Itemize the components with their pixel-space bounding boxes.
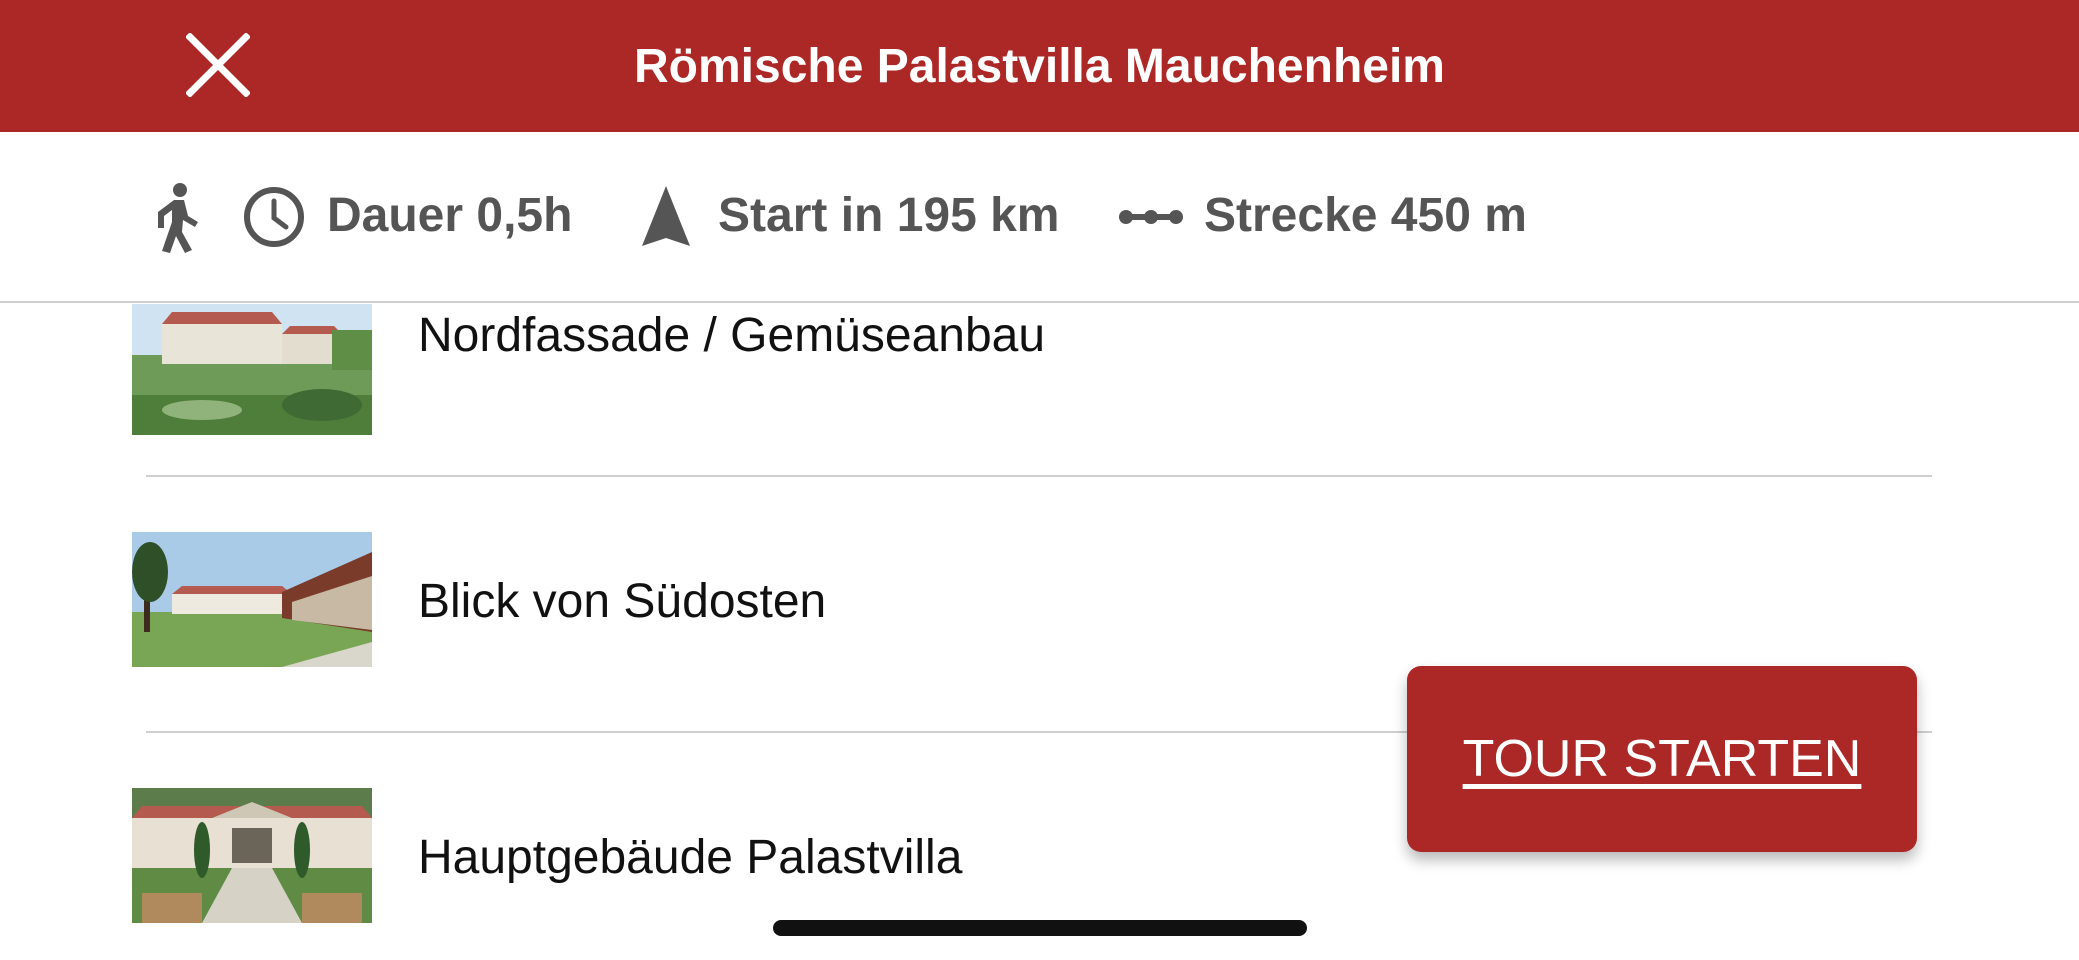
start-distance-text: Start in 195 km (718, 189, 1060, 242)
page-title-text: Römische Palastvilla Mauchenheim (634, 39, 1445, 93)
walking-person-icon (150, 182, 206, 254)
station-thumbnail (132, 788, 372, 923)
list-item[interactable]: Nordfassade / Gemüseanbau (0, 304, 2079, 455)
station-list: Nordfassade / Gemüseanbau Blick von Südo… (0, 304, 2079, 960)
station-thumbnail (132, 304, 372, 435)
start-tour-button[interactable]: TOUR STARTEN (1407, 666, 1917, 852)
station-label: Blick von Südosten (418, 575, 827, 628)
page-title: Römische Palastvilla Mauchenheim (0, 0, 2079, 132)
route-length-text: Strecke 450 m (1204, 189, 1527, 242)
navigation-arrow-icon (640, 184, 692, 248)
tour-info-bar: Dauer 0,5h Start in 195 km Strecke 450 m (0, 132, 2079, 303)
start-tour-label: TOUR STARTEN (1462, 730, 1862, 788)
station-label: Nordfassade / Gemüseanbau (418, 309, 1046, 362)
station-label: Hauptgebäude Palastvilla (418, 831, 963, 884)
station-thumbnail (132, 532, 372, 667)
duration-text: Dauer 0,5h (327, 189, 573, 242)
app-header: Römische Palastvilla Mauchenheim (0, 0, 2079, 132)
clock-icon (242, 185, 306, 249)
home-indicator[interactable] (773, 920, 1307, 936)
route-dots-icon (1118, 204, 1184, 230)
